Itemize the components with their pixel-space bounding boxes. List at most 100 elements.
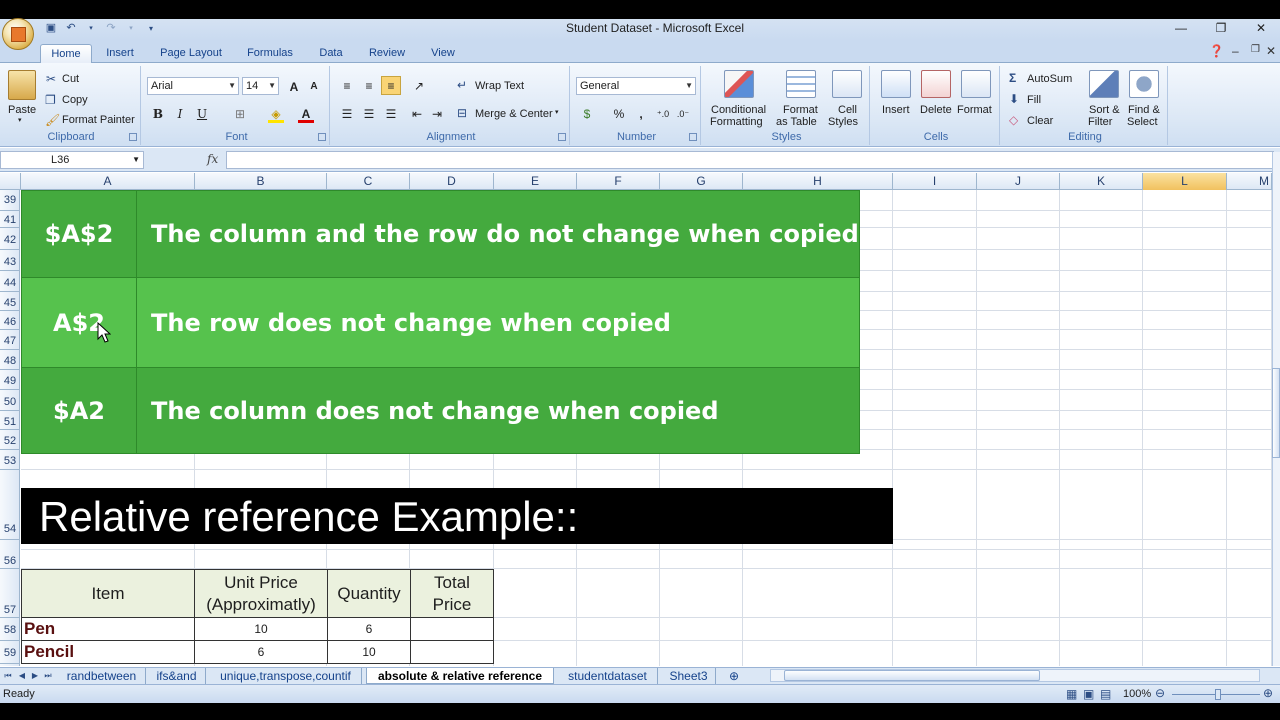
row-header[interactable]: 54 <box>0 470 20 540</box>
column-header-j[interactable]: J <box>977 173 1060 190</box>
table-header-item[interactable]: Item <box>21 569 195 618</box>
row-header[interactable]: 42 <box>0 228 20 250</box>
table-header-unit-price[interactable]: Unit Price (Approximatly) <box>194 569 328 618</box>
row-header[interactable]: 52 <box>0 430 20 450</box>
font-size-combo[interactable]: 14 ▼ <box>242 77 279 95</box>
cut-button[interactable]: Cut <box>62 73 79 85</box>
find-select-button[interactable]: Find & <box>1128 104 1160 116</box>
row-header[interactable]: 59 <box>0 641 20 664</box>
row-header[interactable]: 51 <box>0 411 20 430</box>
reference-label[interactable]: A$2 <box>22 278 137 367</box>
delete-cells-button[interactable]: Delete <box>920 104 952 116</box>
close-button[interactable]: ✕ <box>1250 20 1272 36</box>
table-row-price[interactable]: 10 <box>194 617 328 641</box>
horizontal-scroll-thumb[interactable] <box>784 670 1040 681</box>
column-header-a[interactable]: A <box>21 173 195 190</box>
reference-description[interactable]: The column does not change when copied <box>151 368 719 453</box>
sheet-tab-ifs-and[interactable]: ifs&and <box>148 668 206 684</box>
alignment-launcher-icon[interactable] <box>558 133 566 141</box>
sheet-tab-sheet3[interactable]: Sheet3 <box>662 668 716 684</box>
cell-styles-button[interactable]: Cell <box>838 104 857 116</box>
align-right-icon[interactable]: ☰ <box>381 104 401 123</box>
align-top-icon[interactable]: ≡ <box>337 76 357 95</box>
table-header-total-price[interactable]: Total Price <box>410 569 494 618</box>
select-all-corner[interactable] <box>0 173 21 190</box>
table-row-quantity[interactable]: 6 <box>327 617 411 641</box>
delete-cells-icon[interactable] <box>921 70 951 98</box>
section-banner[interactable]: Relative reference Example:: <box>21 488 893 544</box>
reference-description[interactable]: The row does not change when copied <box>151 278 671 367</box>
clipboard-launcher-icon[interactable] <box>129 133 137 141</box>
row-header[interactable]: 44 <box>0 271 20 292</box>
zoom-out-icon[interactable]: ⊖ <box>1155 686 1165 700</box>
column-header-e[interactable]: E <box>494 173 577 190</box>
clear-button[interactable]: Clear <box>1027 115 1053 127</box>
sheet-tab-studentdataset[interactable]: studentdataset <box>558 668 658 684</box>
table-header-quantity[interactable]: Quantity <box>327 569 411 618</box>
insert-sheet-icon[interactable]: ⊕ <box>720 668 748 684</box>
merge-center-button[interactable]: Merge & Center <box>475 108 553 120</box>
formula-input[interactable] <box>226 151 1274 169</box>
fill-button[interactable]: Fill <box>1027 94 1041 106</box>
row-header[interactable]: 39 <box>0 190 20 211</box>
tab-home[interactable]: Home <box>40 44 92 63</box>
column-header-k[interactable]: K <box>1060 173 1143 190</box>
underline-button[interactable]: U <box>192 104 212 123</box>
tab-data[interactable]: Data <box>311 44 351 63</box>
number-format-combo[interactable]: General ▼ <box>576 77 696 95</box>
orientation-icon[interactable]: ↗ <box>409 76 429 95</box>
insert-cells-icon[interactable] <box>881 70 911 98</box>
grow-font-button[interactable]: A <box>284 77 304 96</box>
ribbon-close-icon[interactable]: ✕ <box>1266 44 1276 58</box>
increase-indent-icon[interactable]: ⇥ <box>427 104 447 123</box>
format-cells-button[interactable]: Format <box>957 104 992 116</box>
cell-styles-icon[interactable] <box>832 70 862 98</box>
align-bottom-icon[interactable]: ≡ <box>381 76 401 95</box>
column-header-f[interactable]: F <box>577 173 660 190</box>
tab-view[interactable]: View <box>424 44 462 63</box>
shrink-font-button[interactable]: A <box>304 77 324 96</box>
row-header[interactable]: 50 <box>0 390 20 411</box>
page-break-view-icon[interactable]: ▤ <box>1100 687 1111 701</box>
tab-formulas[interactable]: Formulas <box>240 44 300 63</box>
merge-dropdown-icon[interactable]: ▾ <box>555 108 559 116</box>
tab-insert[interactable]: Insert <box>98 44 142 63</box>
cell-styles-button-line2[interactable]: Styles <box>828 116 858 128</box>
column-header-l[interactable]: L <box>1143 173 1227 190</box>
prev-sheet-icon[interactable]: ◀ <box>16 669 28 683</box>
column-header-d[interactable]: D <box>410 173 494 190</box>
paste-button[interactable]: Paste <box>8 104 36 116</box>
row-header[interactable]: 58 <box>0 618 20 641</box>
increase-decimal-icon[interactable]: ⁺.0 <box>653 104 673 123</box>
sort-filter-button[interactable]: Sort & <box>1089 104 1120 116</box>
ribbon-restore-icon[interactable]: ❐ <box>1251 44 1260 55</box>
sort-filter-icon[interactable] <box>1089 70 1119 98</box>
table-row-item[interactable]: Pencil <box>21 640 195 664</box>
find-select-button-line2[interactable]: Select <box>1127 116 1158 128</box>
font-name-combo[interactable]: Arial ▼ <box>147 77 239 95</box>
table-row-quantity[interactable]: 10 <box>327 640 411 664</box>
ribbon-minimize-icon[interactable]: – <box>1232 44 1239 58</box>
insert-cells-button[interactable]: Insert <box>882 104 910 116</box>
normal-view-icon[interactable]: ▦ <box>1066 687 1077 701</box>
format-cells-icon[interactable] <box>961 70 991 98</box>
table-row-price[interactable]: 6 <box>194 640 328 664</box>
reference-label[interactable]: $A2 <box>22 368 137 453</box>
column-header-i[interactable]: I <box>893 173 977 190</box>
row-header[interactable]: 46 <box>0 311 20 330</box>
row-header[interactable]: 49 <box>0 370 20 390</box>
row-header[interactable]: 48 <box>0 350 20 370</box>
comma-button[interactable]: , <box>631 104 651 123</box>
format-as-table-button[interactable]: Format <box>783 104 818 116</box>
find-select-icon[interactable] <box>1129 70 1159 98</box>
row-header[interactable]: 43 <box>0 250 20 271</box>
sort-filter-button-line2[interactable]: Filter <box>1088 116 1112 128</box>
format-as-table-button-line2[interactable]: as Table <box>776 116 817 128</box>
currency-icon[interactable]: $ <box>577 104 597 123</box>
reference-label[interactable]: $A$2 <box>22 191 137 277</box>
italic-button[interactable]: I <box>170 104 190 123</box>
tab-review[interactable]: Review <box>364 44 410 63</box>
align-middle-icon[interactable]: ≡ <box>359 76 379 95</box>
bold-button[interactable]: B <box>148 104 168 123</box>
zoom-level[interactable]: 100% <box>1123 688 1151 700</box>
